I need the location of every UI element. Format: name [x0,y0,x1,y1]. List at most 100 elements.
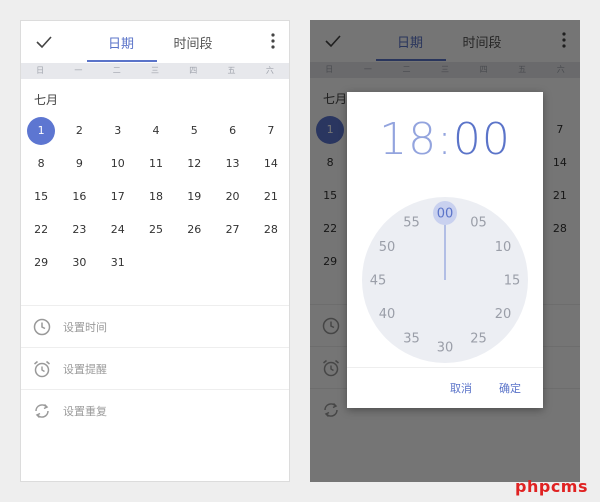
calendar-day[interactable]: 12 [175,147,213,180]
calendar-day[interactable]: 18 [137,180,175,213]
calendar-day[interactable]: 29 [22,246,60,279]
calendar-day[interactable]: 17 [99,180,137,213]
calendar-day-number: 5 [190,123,198,137]
toolbar: 日期 时间段 [21,21,289,63]
calendar-day-number: 31 [110,255,125,269]
calendar-day[interactable]: 27 [213,213,251,246]
calendar-day[interactable]: 14 [252,147,289,180]
tab-period[interactable]: 时间段 [163,33,223,52]
calendar-day[interactable]: 15 [22,180,60,213]
calendar-day[interactable]: 28 [252,213,289,246]
clock-icon [33,318,51,336]
calendar-day[interactable]: 11 [137,147,175,180]
weekday-label: 一 [74,66,83,75]
calendar-day-number: 18 [148,189,163,203]
calendar-day-number: 25 [148,222,163,236]
calendar-day[interactable]: 13 [213,147,251,180]
calendar-day-number: 3 [114,123,122,137]
calendar-day-number: 2 [75,123,83,137]
more-vert-icon[interactable] [271,33,275,49]
calendar-grid: 1234567891011121314151617181920212223242… [22,114,289,279]
weekday-label: 日 [36,66,45,75]
calendar-day[interactable]: 26 [175,213,213,246]
minute-label[interactable]: 40 [379,307,396,322]
calendar-day-number: 15 [34,189,49,203]
minute-label[interactable]: 45 [370,274,387,289]
month-label: 七月 [34,93,59,107]
calendar-day[interactable]: 2 [60,114,98,147]
weekday-label: 二 [112,66,121,75]
calendar-day[interactable]: 30 [60,246,98,279]
repeat-icon [35,403,49,419]
calendar-day-number: 28 [263,222,278,236]
calendar-day-number: 22 [34,222,49,236]
time-display: 18:00 [347,114,543,165]
calendar-day[interactable]: 23 [60,213,98,246]
minute-label[interactable]: 50 [379,240,396,255]
calendar-day-number: 13 [225,156,240,170]
calendar-day[interactable]: 19 [175,180,213,213]
calendar-day[interactable]: 24 [99,213,137,246]
tab-indicator [87,60,157,62]
calendar-screen: 日期 时间段 日一二三四五六 七月 1 2 3 4 5 6 7 8 9 10 11 12 13 14 15 1… [20,20,290,482]
calendar-day[interactable]: 9 [60,147,98,180]
calendar-day[interactable]: 20 [213,180,251,213]
calendar-day[interactable]: 1 [22,114,60,147]
minute-clock-face[interactable]: 00 05 10 15 20 25 30 35 40 45 50 55 [362,197,528,363]
ok-button[interactable]: 确定 [499,380,521,396]
calendar-day[interactable]: 6 [213,114,251,147]
hour-display[interactable]: 18 [379,114,437,165]
calendar-day[interactable]: 10 [99,147,137,180]
calendar-day-number: 19 [187,189,202,203]
calendar-day-number: 11 [148,156,163,170]
calendar-day[interactable]: 16 [60,180,98,213]
calendar-day[interactable]: 22 [22,213,60,246]
weekday-label: 三 [150,66,159,75]
calendar-day-number: 21 [263,189,278,203]
calendar-day[interactable]: 4 [137,114,175,147]
calendar-day-number: 26 [187,222,202,236]
weekday-header: 日一二三四五六 [21,63,289,79]
set-reminder-label: 设置提醒 [63,363,107,376]
calendar-day[interactable]: 3 [99,114,137,147]
calendar-day-number: 12 [187,156,202,170]
calendar-day[interactable]: 7 [252,114,289,147]
minute-label[interactable]: 55 [403,215,420,230]
calendar-day[interactable]: 25 [137,213,175,246]
set-reminder-row[interactable]: 设置提醒 [21,347,289,389]
minute-label[interactable]: 35 [403,332,420,347]
tab-date[interactable]: 日期 [91,33,151,52]
weekday-label: 四 [189,66,198,75]
calendar-day-number: 29 [34,255,49,269]
time-picker-screen: 日期 时间段 日一二三四五六 七月 1234567891011121314151… [310,20,580,482]
calendar-day[interactable]: 21 [252,180,289,213]
set-time-row[interactable]: 设置时间 [21,305,289,347]
calendar-day-number: 23 [72,222,87,236]
minute-label[interactable]: 20 [495,307,512,322]
minute-label[interactable]: 30 [437,341,454,356]
dialog-divider [347,367,543,368]
minute-display[interactable]: 00 [453,114,511,165]
minute-label[interactable]: 15 [504,274,521,289]
time-picker-dialog: 18:00 00 05 10 15 20 25 30 35 40 45 50 55 取消 确定 [347,92,543,408]
calendar-day-number: 7 [267,123,275,137]
calendar-day-number: 8 [37,156,45,170]
weekday-label: 六 [265,66,274,75]
calendar-day[interactable]: 31 [99,246,137,279]
minute-label[interactable]: 05 [470,215,487,230]
calendar-day-number: 20 [225,189,240,203]
calendar-day[interactable]: 5 [175,114,213,147]
check-icon[interactable] [35,33,53,51]
set-repeat-row[interactable]: 设置重复 [21,389,289,431]
calendar-day[interactable]: 8 [22,147,60,180]
calendar-day-number: 16 [72,189,87,203]
alarm-icon [34,360,50,378]
set-repeat-label: 设置重复 [63,405,107,418]
calendar-day-number: 6 [229,123,237,137]
minute-label[interactable]: 00 [437,207,454,222]
minute-label[interactable]: 25 [470,332,487,347]
cancel-button[interactable]: 取消 [450,380,472,396]
calendar-day-number: 30 [72,255,87,269]
calendar-day-number: 24 [110,222,125,236]
minute-label[interactable]: 10 [495,240,512,255]
